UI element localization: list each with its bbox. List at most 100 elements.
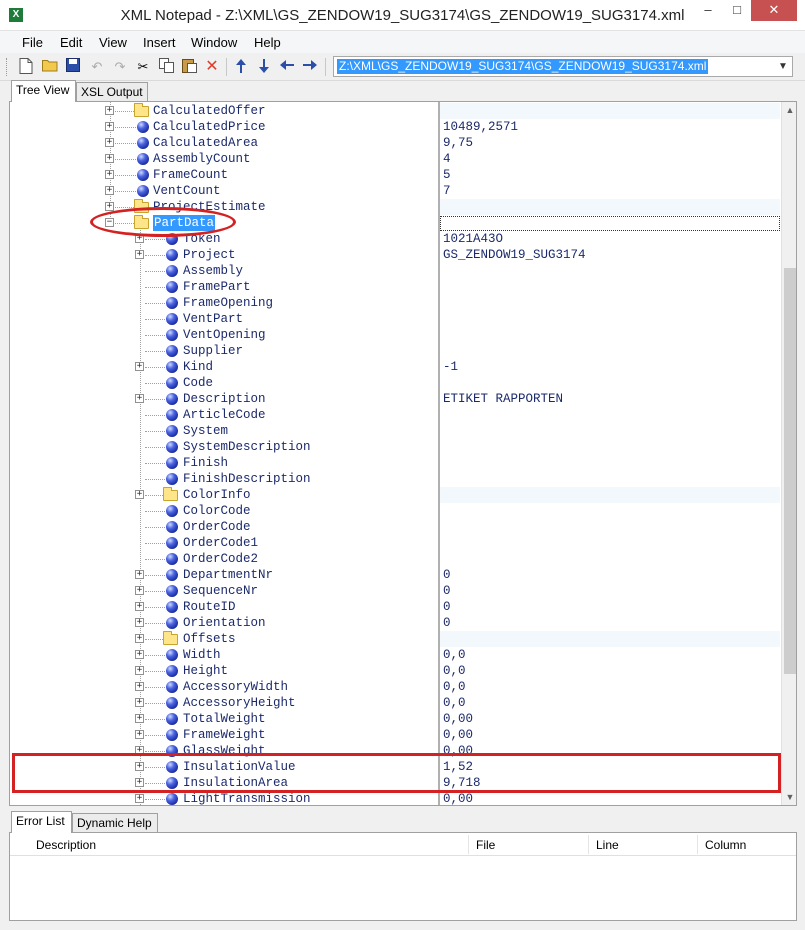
tree-row[interactable]: ColorCode — [10, 503, 780, 519]
tree-row[interactable]: VentPart — [10, 311, 780, 327]
tree-row[interactable]: System — [10, 423, 780, 439]
node-value[interactable]: 0,0 — [443, 695, 466, 711]
scrollbar-thumb[interactable] — [784, 268, 796, 674]
menu-help[interactable]: Help — [254, 35, 281, 50]
menu-insert[interactable]: Insert — [143, 35, 176, 50]
expand-icon[interactable]: + — [105, 154, 114, 163]
copy-icon[interactable] — [157, 58, 175, 76]
node-value[interactable]: 10489,2571 — [443, 119, 518, 135]
tree-row[interactable]: + TotalWeight 0,00 — [10, 711, 780, 727]
tree-row[interactable]: OrderCode — [10, 519, 780, 535]
tree-row[interactable]: + Kind -1 — [10, 359, 780, 375]
file-path-combobox[interactable]: Z:\XML\GS_ZENDOW19_SUG3174\GS_ZENDOW19_S… — [333, 56, 793, 77]
node-name[interactable]: AssemblyCount — [153, 151, 251, 167]
save-icon[interactable] — [64, 58, 82, 76]
node-value[interactable]: 5 — [443, 167, 451, 183]
tab-tree-view[interactable]: Tree View — [11, 80, 76, 102]
nudge-down-icon[interactable] — [255, 58, 273, 76]
tree-row[interactable]: Finish — [10, 455, 780, 471]
tree-row[interactable]: SystemDescription — [10, 439, 780, 455]
delete-icon[interactable]: ✕ — [203, 58, 221, 76]
node-name[interactable]: OrderCode — [183, 519, 251, 535]
tree-row[interactable]: + FrameCount 5 — [10, 167, 780, 183]
redo-icon[interactable]: ↷ — [111, 58, 129, 76]
node-name[interactable]: AccessoryHeight — [183, 695, 296, 711]
expand-icon[interactable]: + — [105, 186, 114, 195]
expand-icon[interactable]: + — [105, 106, 114, 115]
node-name[interactable]: OrderCode2 — [183, 551, 258, 567]
node-name[interactable]: SequenceNr — [183, 583, 258, 599]
column-description[interactable]: Description — [36, 838, 96, 852]
column-separator[interactable] — [468, 835, 469, 854]
node-value[interactable]: 0,00 — [443, 711, 473, 727]
nudge-up-icon[interactable] — [232, 58, 250, 76]
expand-icon[interactable]: + — [105, 170, 114, 179]
scroll-up-icon[interactable]: ▲ — [782, 102, 796, 118]
vertical-scrollbar[interactable]: ▲ ▼ — [781, 102, 796, 805]
tree-row[interactable]: + Project GS_ZENDOW19_SUG3174 — [10, 247, 780, 263]
tree-row[interactable]: + CalculatedOffer — [10, 103, 780, 119]
tree-row[interactable]: + Offsets — [10, 631, 780, 647]
toolbar-grip[interactable] — [6, 58, 9, 76]
column-separator[interactable] — [697, 835, 698, 854]
node-name[interactable]: SystemDescription — [183, 439, 311, 455]
expand-icon[interactable]: + — [135, 362, 144, 371]
nudge-left-icon[interactable] — [278, 58, 296, 76]
node-name[interactable]: VentPart — [183, 311, 243, 327]
expand-icon[interactable]: + — [105, 202, 114, 211]
tree-row[interactable]: + AccessoryHeight 0,0 — [10, 695, 780, 711]
node-value[interactable]: 0,00 — [443, 727, 473, 743]
expand-icon[interactable]: + — [135, 650, 144, 659]
node-name[interactable]: Code — [183, 375, 213, 391]
tab-dynamic-help[interactable]: Dynamic Help — [72, 813, 158, 833]
node-name[interactable]: Kind — [183, 359, 213, 375]
expand-icon[interactable]: + — [105, 122, 114, 131]
tree-row[interactable]: FinishDescription — [10, 471, 780, 487]
undo-icon[interactable]: ↶ — [88, 58, 106, 76]
node-name[interactable]: OrderCode1 — [183, 535, 258, 551]
node-name[interactable]: Offsets — [183, 631, 236, 647]
node-name[interactable]: FrameWeight — [183, 727, 266, 743]
node-value[interactable]: 0 — [443, 599, 451, 615]
expand-icon[interactable]: + — [135, 586, 144, 595]
tree-row[interactable]: + CalculatedPrice 10489,2571 — [10, 119, 780, 135]
expand-icon[interactable]: + — [135, 602, 144, 611]
node-value[interactable]: 0 — [443, 583, 451, 599]
expand-icon[interactable]: + — [135, 730, 144, 739]
node-name[interactable]: FrameCount — [153, 167, 228, 183]
node-name[interactable]: VentCount — [153, 183, 221, 199]
node-name[interactable]: Project — [183, 247, 236, 263]
open-folder-icon[interactable] — [41, 58, 59, 76]
node-name[interactable]: FrameOpening — [183, 295, 273, 311]
node-name[interactable]: VentOpening — [183, 327, 266, 343]
expand-icon[interactable]: + — [135, 570, 144, 579]
node-name[interactable]: Height — [183, 663, 228, 679]
node-value[interactable]: ETIKET RAPPORTEN — [443, 391, 563, 407]
tree-row[interactable]: ArticleCode — [10, 407, 780, 423]
column-separator[interactable] — [588, 835, 589, 854]
tree-view-panel[interactable]: ▲ ▼ + CalculatedOffer + CalculatedPrice 1048… — [9, 101, 797, 806]
node-name[interactable]: Supplier — [183, 343, 243, 359]
tab-xsl-output[interactable]: XSL Output — [76, 82, 148, 102]
expand-icon[interactable]: + — [135, 794, 144, 803]
tree-row[interactable]: OrderCode1 — [10, 535, 780, 551]
expand-icon[interactable]: + — [135, 634, 144, 643]
tree-row[interactable]: + RouteID 0 — [10, 599, 780, 615]
menu-edit[interactable]: Edit — [60, 35, 82, 50]
tree-row[interactable]: + AccessoryWidth 0,0 — [10, 679, 780, 695]
tree-row[interactable]: + CalculatedArea 9,75 — [10, 135, 780, 151]
scroll-down-icon[interactable]: ▼ — [782, 789, 796, 805]
column-column[interactable]: Column — [705, 838, 746, 852]
tree-row[interactable]: + FrameWeight 0,00 — [10, 727, 780, 743]
expand-icon[interactable]: + — [135, 682, 144, 691]
node-name[interactable]: ArticleCode — [183, 407, 266, 423]
tree-row[interactable]: OrderCode2 — [10, 551, 780, 567]
tree-row[interactable]: + Width 0,0 — [10, 647, 780, 663]
node-value[interactable]: -1 — [443, 359, 458, 375]
tab-error-list[interactable]: Error List — [11, 811, 72, 833]
node-name[interactable]: FinishDescription — [183, 471, 311, 487]
expand-icon[interactable]: + — [135, 666, 144, 675]
tree-row[interactable]: VentOpening — [10, 327, 780, 343]
node-name[interactable]: CalculatedOffer — [153, 103, 266, 119]
expand-icon[interactable]: + — [135, 250, 144, 259]
